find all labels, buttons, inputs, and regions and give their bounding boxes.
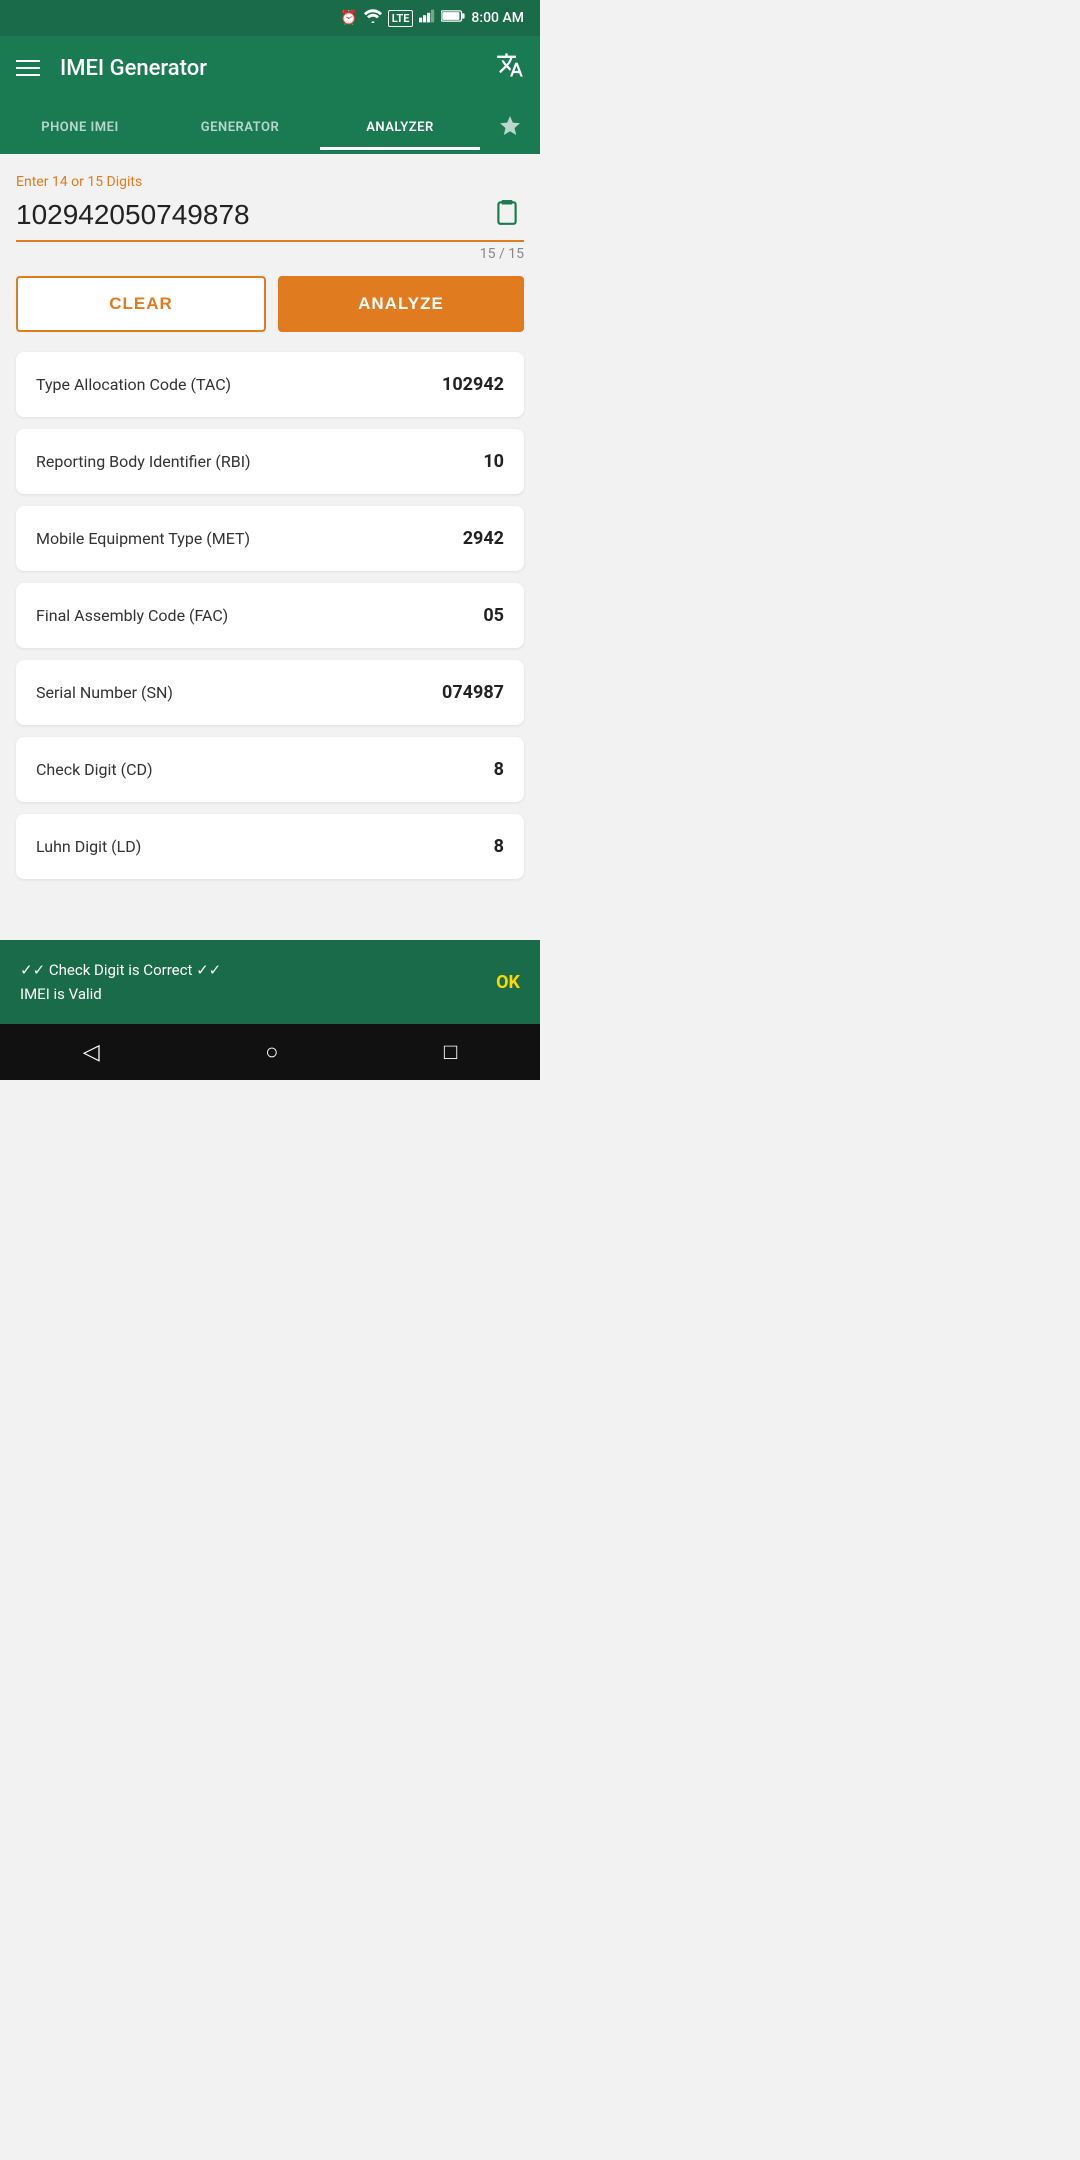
result-ld-label: Luhn Digit (LD) <box>36 837 141 856</box>
input-section: Enter 14 or 15 Digits 15 / 15 <box>16 174 524 262</box>
recent-button[interactable]: □ <box>444 1039 457 1065</box>
footer-line1: ✓✓ Check Digit is Correct ✓✓ <box>20 958 221 982</box>
time-display: 8:00 AM <box>471 10 524 26</box>
home-button[interactable]: ○ <box>265 1039 278 1065</box>
tab-analyzer[interactable]: ANALYZER <box>320 104 480 150</box>
clear-button[interactable]: CLEAR <box>16 276 266 332</box>
result-tac: Type Allocation Code (TAC) 102942 <box>16 352 524 417</box>
nav-bar: ◁ ○ □ <box>0 1024 540 1080</box>
result-cd: Check Digit (CD) 8 <box>16 737 524 802</box>
battery-icon <box>441 9 465 27</box>
result-rbi-value: 10 <box>483 451 504 472</box>
tab-generator[interactable]: GENERATOR <box>160 104 320 150</box>
alarm-icon: ⏰ <box>340 10 357 26</box>
back-button[interactable]: ◁ <box>83 1040 100 1065</box>
result-rbi: Reporting Body Identifier (RBI) 10 <box>16 429 524 494</box>
menu-button[interactable] <box>16 60 40 76</box>
footer-text: ✓✓ Check Digit is Correct ✓✓ IMEI is Val… <box>20 958 221 1006</box>
lte-icon: LTE <box>388 10 414 27</box>
footer-line2: IMEI is Valid <box>20 982 221 1006</box>
result-fac-value: 05 <box>483 605 504 626</box>
input-label: Enter 14 or 15 Digits <box>16 174 524 190</box>
status-bar: ⏰ LTE 8:00 <box>0 0 540 36</box>
app-bar: IMEI Generator <box>0 36 540 100</box>
translate-button[interactable] <box>496 51 524 85</box>
result-fac: Final Assembly Code (FAC) 05 <box>16 583 524 648</box>
app-title: IMEI Generator <box>60 56 496 81</box>
clipboard-button[interactable] <box>490 194 524 236</box>
action-buttons: CLEAR ANALYZE <box>16 276 524 332</box>
result-cd-label: Check Digit (CD) <box>36 760 153 779</box>
char-count: 15 / 15 <box>16 246 524 262</box>
footer-banner: ✓✓ Check Digit is Correct ✓✓ IMEI is Val… <box>0 940 540 1024</box>
wifi-icon <box>364 9 382 27</box>
analyze-button[interactable]: ANALYZE <box>278 276 524 332</box>
result-met: Mobile Equipment Type (MET) 2942 <box>16 506 524 571</box>
signal-icon <box>419 9 435 27</box>
result-sn-label: Serial Number (SN) <box>36 683 173 702</box>
result-tac-value: 102942 <box>442 374 504 395</box>
input-row <box>16 194 524 242</box>
result-rbi-label: Reporting Body Identifier (RBI) <box>36 452 251 471</box>
result-tac-label: Type Allocation Code (TAC) <box>36 375 231 394</box>
imei-input[interactable] <box>16 199 490 231</box>
main-content: Enter 14 or 15 Digits 15 / 15 CLEAR ANAL… <box>0 154 540 940</box>
status-icons: ⏰ LTE 8:00 <box>340 9 524 27</box>
result-met-label: Mobile Equipment Type (MET) <box>36 529 250 548</box>
ok-button[interactable]: OK <box>496 972 520 993</box>
result-sn: Serial Number (SN) 074987 <box>16 660 524 725</box>
result-sn-value: 074987 <box>442 682 504 703</box>
result-fac-label: Final Assembly Code (FAC) <box>36 606 228 625</box>
result-met-value: 2942 <box>463 528 504 549</box>
results-section: Type Allocation Code (TAC) 102942 Report… <box>16 352 524 879</box>
tab-phone-imei[interactable]: PHONE IMEI <box>0 104 160 150</box>
favorites-button[interactable] <box>480 100 540 154</box>
tab-bar: PHONE IMEI GENERATOR ANALYZER <box>0 100 540 154</box>
result-ld: Luhn Digit (LD) 8 <box>16 814 524 879</box>
result-ld-value: 8 <box>494 836 504 857</box>
result-cd-value: 8 <box>494 759 504 780</box>
